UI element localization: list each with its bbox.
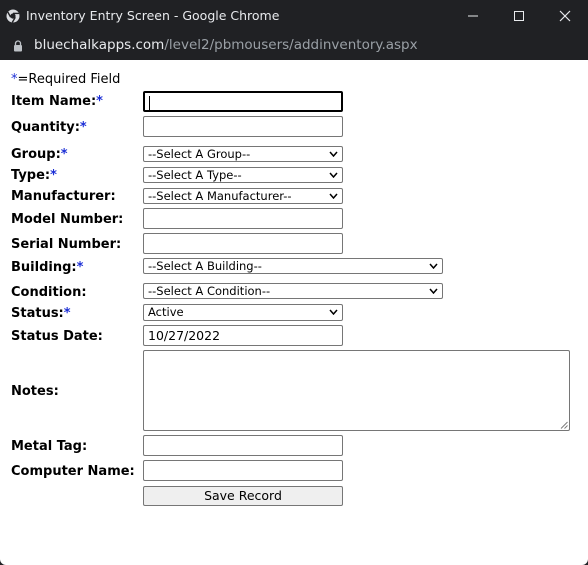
- required-star: *: [96, 94, 103, 109]
- metal-tag-input[interactable]: [143, 435, 343, 456]
- required-note: =Required Field: [17, 72, 121, 87]
- resize-grip-icon[interactable]: [560, 421, 568, 429]
- type-label: Type:*: [11, 168, 57, 183]
- building-label-text: Building:: [11, 260, 77, 275]
- required-star: *: [50, 168, 57, 183]
- required-star: *: [79, 120, 87, 135]
- chrome-icon: [6, 9, 20, 23]
- serial-number-input[interactable]: [143, 233, 343, 254]
- group-selected: --Select A Group--: [148, 147, 251, 161]
- condition-selected: --Select A Condition--: [148, 284, 271, 298]
- notes-label-text: Notes:: [11, 384, 59, 399]
- serial-number-label: Serial Number:: [11, 237, 121, 252]
- url-path: /level2/pbmousers/addinventory.aspx: [164, 37, 418, 53]
- group-label-text: Group:: [11, 147, 61, 162]
- required-star: *: [60, 147, 68, 162]
- chevron-down-icon: [329, 193, 338, 200]
- type-select[interactable]: --Select A Type--: [143, 167, 343, 183]
- page-content: *=Required Field Item Name:* Quantity:* …: [0, 60, 588, 565]
- chevron-down-icon: [429, 288, 438, 295]
- chevron-down-icon: [329, 151, 338, 158]
- status-date-label-text: Status Date:: [11, 329, 103, 344]
- minimize-icon: [468, 15, 478, 17]
- metal-tag-label-text: Metal Tag:: [11, 439, 88, 454]
- minimize-button[interactable]: [450, 0, 496, 32]
- quantity-label-text: Quantity:: [11, 120, 80, 135]
- serial-number-label-text: Serial Number:: [11, 237, 122, 252]
- url-text[interactable]: bluechalkapps.com/level2/pbmousers/addin…: [34, 37, 418, 53]
- close-icon: [559, 10, 571, 22]
- close-button[interactable]: [542, 0, 588, 32]
- metal-tag-label: Metal Tag:: [11, 439, 87, 454]
- model-number-input[interactable]: [143, 208, 343, 229]
- group-label: Group:*: [11, 147, 68, 162]
- required-legend: *=Required Field: [11, 72, 120, 87]
- title-bar: Inventory Entry Screen - Google Chrome: [0, 0, 588, 32]
- model-number-label: Model Number:: [11, 212, 123, 227]
- text-caret: [149, 96, 150, 110]
- maximize-button[interactable]: [496, 0, 542, 32]
- notes-textarea[interactable]: [143, 350, 570, 431]
- condition-select[interactable]: --Select A Condition--: [143, 283, 443, 299]
- type-label-text: Type:: [11, 168, 51, 183]
- building-label: Building:*: [11, 260, 83, 275]
- status-select[interactable]: Active: [143, 304, 343, 321]
- item-name-input[interactable]: [143, 91, 343, 112]
- item-name-label-text: Item Name:: [11, 94, 97, 109]
- lock-icon: [14, 40, 22, 52]
- manufacturer-selected: --Select A Manufacturer--: [148, 189, 292, 203]
- building-select[interactable]: --Select A Building--: [143, 258, 443, 274]
- required-star: *: [76, 260, 84, 275]
- manufacturer-label-text: Manufacturer:: [11, 189, 116, 204]
- chevron-down-icon: [329, 309, 338, 316]
- chevron-down-icon: [329, 172, 338, 179]
- required-star: *: [63, 306, 71, 321]
- model-number-label-text: Model Number:: [11, 212, 124, 227]
- maximize-icon: [514, 11, 524, 21]
- condition-label-text: Condition:: [11, 285, 87, 300]
- url-host: bluechalkapps.com: [34, 37, 165, 53]
- computer-name-label-text: Computer Name:: [11, 464, 135, 479]
- item-name-label: Item Name:*: [11, 94, 103, 109]
- window-title: Inventory Entry Screen - Google Chrome: [26, 8, 280, 23]
- status-selected: Active: [148, 305, 184, 319]
- building-selected: --Select A Building--: [148, 259, 262, 273]
- manufacturer-select[interactable]: --Select A Manufacturer--: [143, 188, 343, 204]
- quantity-input[interactable]: [143, 116, 343, 137]
- computer-name-label: Computer Name:: [11, 464, 135, 479]
- status-label-text: Status:: [11, 306, 64, 321]
- chevron-down-icon: [429, 263, 438, 270]
- group-select[interactable]: --Select A Group--: [143, 146, 343, 162]
- status-date-label: Status Date:: [11, 329, 103, 344]
- type-selected: --Select A Type--: [148, 168, 242, 182]
- status-label: Status:*: [11, 306, 71, 321]
- manufacturer-label: Manufacturer:: [11, 189, 116, 204]
- save-record-button[interactable]: Save Record: [143, 486, 343, 506]
- computer-name-input[interactable]: [143, 460, 343, 481]
- status-date-input[interactable]: 10/27/2022: [143, 325, 343, 346]
- condition-label: Condition:: [11, 285, 87, 300]
- notes-label: Notes:: [11, 384, 59, 399]
- status-date-value: 10/27/2022: [148, 328, 221, 343]
- quantity-label: Quantity:*: [11, 120, 87, 135]
